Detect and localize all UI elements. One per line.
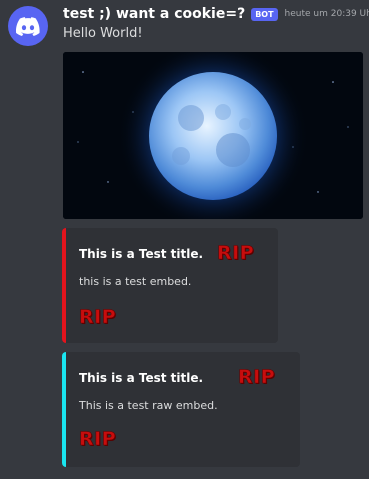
embed-color-bar xyxy=(62,228,66,343)
embed-thumbnail[interactable]: RIP xyxy=(238,366,275,389)
moon-icon xyxy=(63,52,363,219)
timestamp: heute um 20:39 Uhr xyxy=(284,9,369,19)
embed-title: This is a Test title. xyxy=(79,247,204,261)
message-content: Hello World! xyxy=(63,26,143,41)
embed: This is a Test title. RIP this is a test… xyxy=(62,228,278,343)
chat-message: test ;) want a cookie=? BOT heute um 20:… xyxy=(0,0,369,479)
embed-description: this is a test embed. xyxy=(79,275,192,288)
embed-thumbnail[interactable]: RIP xyxy=(217,242,254,265)
embed-title: This is a Test title. xyxy=(79,371,204,385)
username[interactable]: test ;) want a cookie=? xyxy=(63,6,245,22)
image-attachment[interactable] xyxy=(63,52,363,219)
embed-description: This is a test raw embed. xyxy=(79,399,218,412)
embed-image[interactable]: RIP xyxy=(79,428,116,451)
discord-logo-icon xyxy=(16,16,40,36)
avatar[interactable] xyxy=(8,6,48,46)
bot-tag: BOT xyxy=(251,7,278,21)
embed-image[interactable]: RIP xyxy=(79,306,116,329)
embed-color-bar xyxy=(62,352,66,467)
embed: This is a Test title. RIP This is a test… xyxy=(62,352,300,467)
message-header: test ;) want a cookie=? BOT heute um 20:… xyxy=(63,4,369,24)
